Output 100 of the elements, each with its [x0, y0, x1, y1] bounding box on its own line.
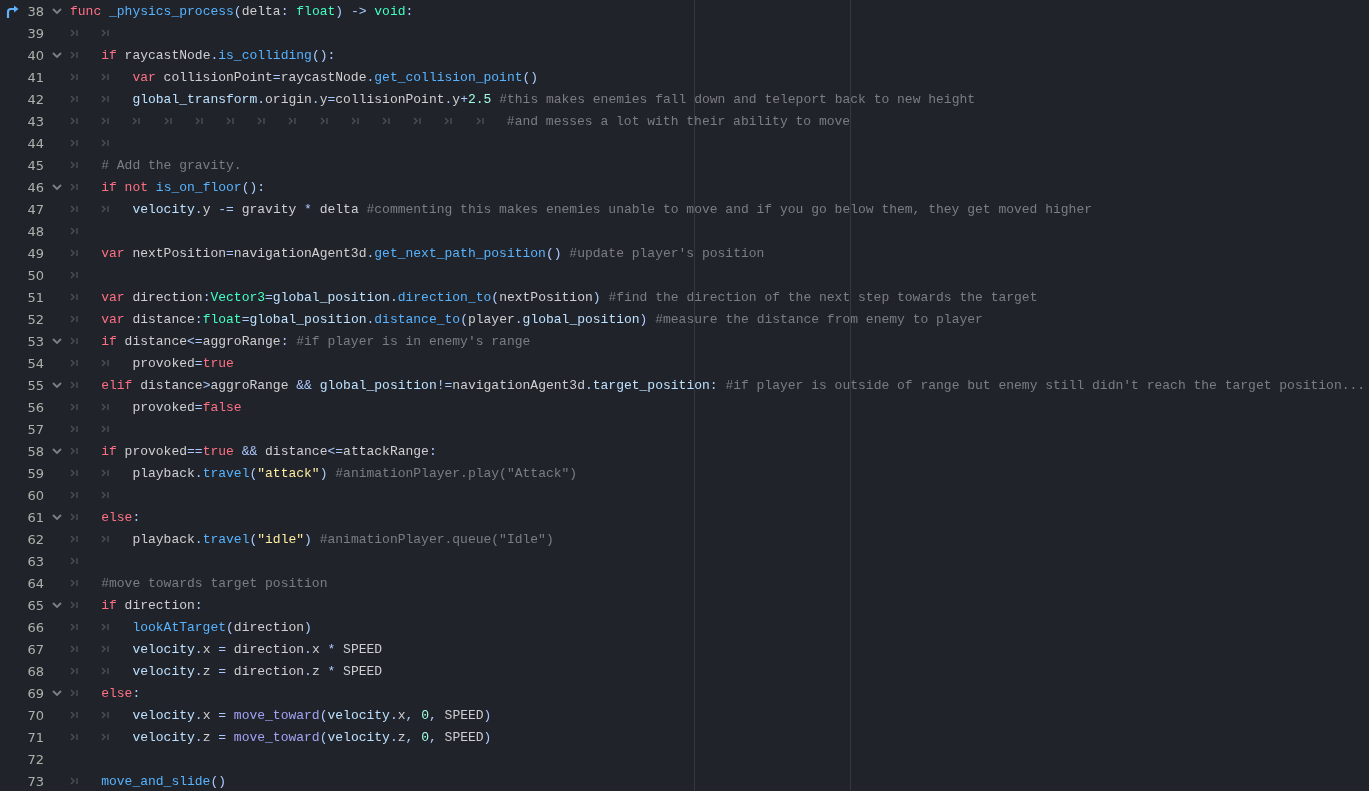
tab-marker-icon: [163, 117, 172, 125]
tab-marker-icon: [101, 95, 110, 103]
tab-marker-icon: [70, 403, 78, 411]
line-number: 56: [26, 399, 44, 415]
tab-marker-icon: [70, 139, 78, 147]
tab-marker-icon: [101, 535, 110, 543]
tab-marker-icon: [70, 359, 78, 367]
code-line: lookAtTarget(direction): [132, 619, 312, 635]
line-number: 60: [26, 487, 44, 503]
tab-marker-icon: [101, 403, 110, 411]
line-number: 57: [26, 421, 44, 437]
line-number: 46: [26, 179, 44, 195]
tab-marker-icon: [101, 623, 110, 631]
fold-chevron-icon[interactable]: [52, 382, 62, 388]
tab-marker-icon: [70, 315, 78, 323]
tab-marker-icon: [70, 469, 78, 477]
line-number: 55: [26, 377, 44, 393]
code-line: #and messes a lot with their ability to move: [506, 113, 851, 129]
fold-chevron-icon[interactable]: [52, 184, 62, 190]
code-line: else:: [101, 685, 141, 701]
line-number: 40: [26, 47, 44, 63]
line-number: 43: [26, 113, 44, 129]
code-line: if not is_on_floor():: [101, 179, 266, 195]
tab-marker-icon: [70, 645, 78, 653]
tab-marker-icon: [70, 205, 78, 213]
tab-marker-icon: [101, 711, 110, 719]
line-number: 63: [26, 553, 44, 569]
line-number: 47: [26, 201, 44, 217]
line-number: 67: [26, 641, 44, 657]
code-line: velocity.y -= gravity * delta #commenting this makes enemies unable to move and if you go below them, they get moved higher: [132, 201, 1093, 217]
tab-marker-icon: [70, 667, 78, 675]
code-line: velocity.x = direction.x * SPEED: [132, 641, 383, 657]
tab-marker-icon: [70, 557, 78, 565]
tab-marker-icon: [101, 139, 110, 147]
tab-marker-icon: [70, 733, 78, 741]
code-line: #move towards target position: [101, 575, 328, 591]
line-number: 42: [26, 91, 44, 107]
line-number: 39: [26, 25, 44, 41]
tab-marker-icon: [101, 425, 110, 433]
code-line: if provoked==true && distance<=attackRange:: [101, 443, 437, 459]
tab-marker-icon: [70, 601, 78, 609]
tab-marker-icon: [70, 95, 78, 103]
tab-marker-icon: [70, 535, 78, 543]
tab-marker-icon: [382, 117, 391, 125]
tab-marker-icon: [70, 51, 78, 59]
tab-marker-icon: [132, 117, 141, 125]
code-line: playback.travel("idle") #animationPlayer.queue("Idle"): [132, 531, 554, 547]
jump-arrow-icon[interactable]: [5, 4, 19, 18]
line-number: 45: [26, 157, 44, 173]
code-line: # Add the gravity.: [101, 157, 242, 173]
line-number: 69: [26, 685, 44, 701]
code-line: provoked=false: [132, 399, 242, 415]
code-line: if raycastNode.is_colliding():: [101, 47, 336, 63]
line-number: 61: [26, 509, 44, 525]
tab-marker-icon: [101, 29, 110, 37]
line-number: 49: [26, 245, 44, 261]
line-number: 65: [26, 597, 44, 613]
tab-marker-icon: [70, 73, 78, 81]
tab-marker-icon: [350, 117, 359, 125]
code-line: var nextPosition=navigationAgent3d.get_next_path_position() #update player's position: [101, 245, 765, 261]
fold-chevron-icon[interactable]: [52, 338, 62, 344]
tab-marker-icon: [101, 491, 110, 499]
code-line: playback.travel("attack") #animationPlayer.play("Attack"): [132, 465, 578, 481]
code-line: func _physics_process(delta: float) -> void:: [70, 3, 414, 19]
line-number: 41: [26, 69, 44, 85]
line-number: 70: [26, 707, 44, 723]
line-number: 71: [26, 729, 44, 745]
fold-chevron-icon[interactable]: [52, 448, 62, 454]
fold-chevron-icon[interactable]: [52, 8, 62, 14]
code-line: var distance:float=global_position.distance_to(player.global_position) #measure the distance from enemy to player: [101, 311, 983, 327]
tab-marker-icon: [70, 183, 78, 191]
tab-marker-icon: [101, 733, 110, 741]
tab-marker-icon: [70, 447, 78, 455]
code-line: velocity.z = direction.z * SPEED: [132, 663, 383, 679]
tab-marker-icon: [101, 359, 110, 367]
code-line: provoked=true: [132, 355, 234, 371]
tab-marker-icon: [101, 469, 110, 477]
line-number: 72: [26, 751, 44, 767]
tab-marker-icon: [194, 117, 203, 125]
fold-chevron-icon[interactable]: [52, 690, 62, 696]
tab-marker-icon: [70, 227, 78, 235]
code-line: if distance<=aggroRange: #if player is in enemy's range: [101, 333, 531, 349]
tab-marker-icon: [101, 205, 110, 213]
fold-chevron-icon[interactable]: [52, 52, 62, 58]
code-line: else:: [101, 509, 141, 525]
line-number: 52: [26, 311, 44, 327]
line-number: 54: [26, 355, 44, 371]
code-line: var collisionPoint=raycastNode.get_collision_point(): [132, 69, 539, 85]
line-number: 66: [26, 619, 44, 635]
code-line: velocity.x = move_toward(velocity.x, 0, SPEED): [132, 707, 492, 723]
tab-marker-icon: [101, 667, 110, 675]
fold-chevron-icon[interactable]: [52, 602, 62, 608]
line-number: 58: [26, 443, 44, 459]
tab-marker-icon: [70, 271, 78, 279]
fold-chevron-icon[interactable]: [52, 514, 62, 520]
tab-marker-icon: [70, 623, 78, 631]
tab-marker-icon: [70, 711, 78, 719]
tab-marker-icon: [70, 337, 78, 345]
tab-marker-icon: [70, 689, 78, 697]
tab-marker-icon: [70, 161, 78, 169]
